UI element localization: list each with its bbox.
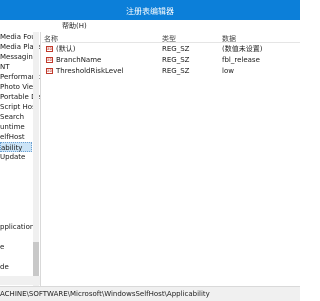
- tree-item[interactable]: NT: [0, 62, 10, 72]
- string-value-icon: ab: [46, 68, 53, 74]
- registry-value-list[interactable]: 名称 类型 数据 ab (默认) REG_SZ (数值未设置) ab Branc…: [42, 32, 300, 286]
- menu-item-help[interactable]: 帮助(H): [62, 21, 87, 31]
- tree-vertical-scrollbar[interactable]: [33, 32, 39, 286]
- menu-bar: 帮助(H): [0, 20, 300, 32]
- window-title: 注册表编辑器: [126, 7, 174, 16]
- tree-item[interactable]: de: [0, 262, 9, 272]
- status-bar: ACHINE\SOFTWARE\Microsoft\WindowsSelfHos…: [0, 286, 300, 301]
- value-data: (数值未设置): [222, 45, 263, 53]
- string-value-icon: ab: [46, 57, 53, 63]
- value-name: (默认): [56, 45, 76, 53]
- tree-item[interactable]: Update: [0, 152, 25, 162]
- tree-item[interactable]: untime: [0, 122, 25, 132]
- tree-item[interactable]: e: [0, 242, 4, 252]
- scrollbar-thumb[interactable]: [33, 242, 39, 278]
- value-data: fbl_release: [222, 56, 260, 64]
- value-type: REG_SZ: [162, 45, 190, 53]
- value-type: REG_SZ: [162, 56, 190, 64]
- tree-item[interactable]: Messaging: [0, 52, 37, 62]
- value-row[interactable]: ab BranchName REG_SZ fbl_release: [42, 55, 300, 65]
- tree-item-selected[interactable]: ability: [0, 142, 32, 152]
- registry-path: ACHINE\SOFTWARE\Microsoft\WindowsSelfHos…: [0, 290, 210, 298]
- string-value-icon: ab: [46, 46, 53, 52]
- value-type: REG_SZ: [162, 67, 190, 75]
- header-divider: [42, 42, 300, 43]
- title-bar[interactable]: 注册表编辑器: [0, 0, 300, 20]
- value-data: low: [222, 67, 234, 75]
- tree-item[interactable]: elfHost: [0, 132, 25, 142]
- tree-item[interactable]: Search: [0, 112, 24, 122]
- value-row[interactable]: ab ThresholdRiskLevel REG_SZ low: [42, 66, 300, 76]
- value-row[interactable]: ab (默认) REG_SZ (数值未设置): [42, 44, 300, 54]
- value-name: ThresholdRiskLevel: [56, 67, 124, 75]
- tree-horizontal-scrollbar[interactable]: [0, 276, 40, 285]
- value-name: BranchName: [56, 56, 102, 64]
